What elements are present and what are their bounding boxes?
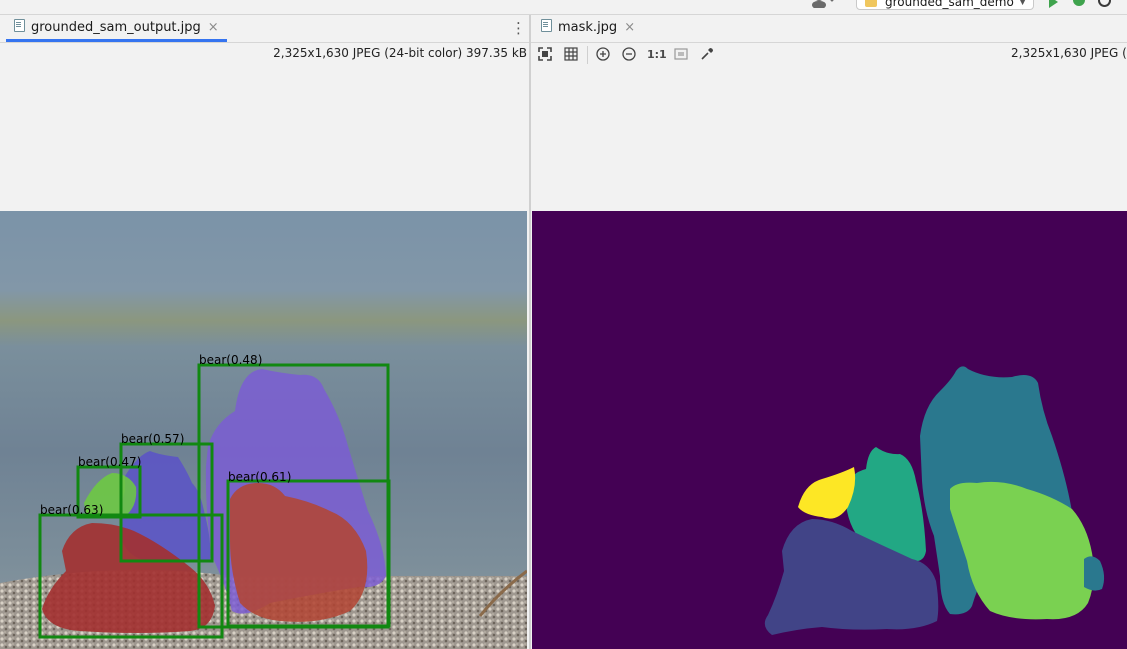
user-icon[interactable] — [810, 0, 834, 9]
zoom-out-icon[interactable] — [621, 47, 637, 63]
detection-label: bear(0.48) — [199, 353, 262, 367]
tab-mask[interactable]: mask.jpg × — [533, 15, 643, 42]
left-tab-bar: grounded_sam_output.jpg × ⋮ — [0, 15, 529, 43]
detection-label: bear(0.57) — [121, 432, 184, 446]
left-editor-pane: grounded_sam_output.jpg × ⋮ 2,325x1,630 J… — [0, 15, 529, 649]
run-icon[interactable] — [1049, 0, 1058, 8]
right-tab-bar: mask.jpg × — [531, 15, 1127, 43]
segmentation-mask-image — [532, 211, 1127, 649]
detection-label: bear(0.47) — [78, 455, 141, 469]
grid-icon[interactable] — [563, 47, 579, 63]
close-icon[interactable]: × — [624, 20, 635, 35]
run-configuration-label: grounded_sam_demo — [885, 0, 1014, 9]
color-picker-icon[interactable] — [699, 47, 715, 63]
fit-screen-icon[interactable] — [537, 47, 553, 63]
detection-label: bear(0.63) — [40, 503, 103, 517]
chevron-down-icon: ▼ — [1019, 0, 1026, 7]
python-icon — [865, 0, 877, 7]
tab-label: grounded_sam_output.jpg — [31, 20, 201, 35]
background-icon[interactable] — [673, 47, 689, 63]
detection-label: bear(0.61) — [228, 470, 291, 484]
detection-output-image: bear(0.48) bear(0.57) bear(0.47) bear(0.… — [0, 211, 527, 649]
more-options-icon[interactable]: ⋮ — [511, 20, 526, 36]
profile-icon[interactable] — [1098, 0, 1111, 7]
toolbar-separator — [587, 46, 588, 64]
zoom-in-icon[interactable] — [595, 47, 611, 63]
image-file-icon — [14, 19, 25, 32]
image-info: 2,325x1,630 JPEG ( — [1011, 46, 1127, 60]
image-info: 2,325x1,630 JPEG (24-bit color) 397.35 k… — [273, 46, 527, 60]
run-configuration-select[interactable]: grounded_sam_demo ▼ — [856, 0, 1034, 10]
tab-label: mask.jpg — [558, 20, 618, 35]
image-file-icon — [541, 19, 552, 32]
actual-size-icon[interactable]: 1:1 — [647, 47, 667, 63]
close-icon[interactable]: × — [208, 20, 219, 35]
top-toolbar: grounded_sam_demo ▼ — [0, 0, 1127, 15]
right-editor-pane: mask.jpg × 1:1 2,325x1,630 JPEG ( — [531, 15, 1127, 649]
tab-grounded-sam-output[interactable]: grounded_sam_output.jpg × — [6, 15, 227, 42]
debug-icon[interactable] — [1073, 0, 1085, 6]
